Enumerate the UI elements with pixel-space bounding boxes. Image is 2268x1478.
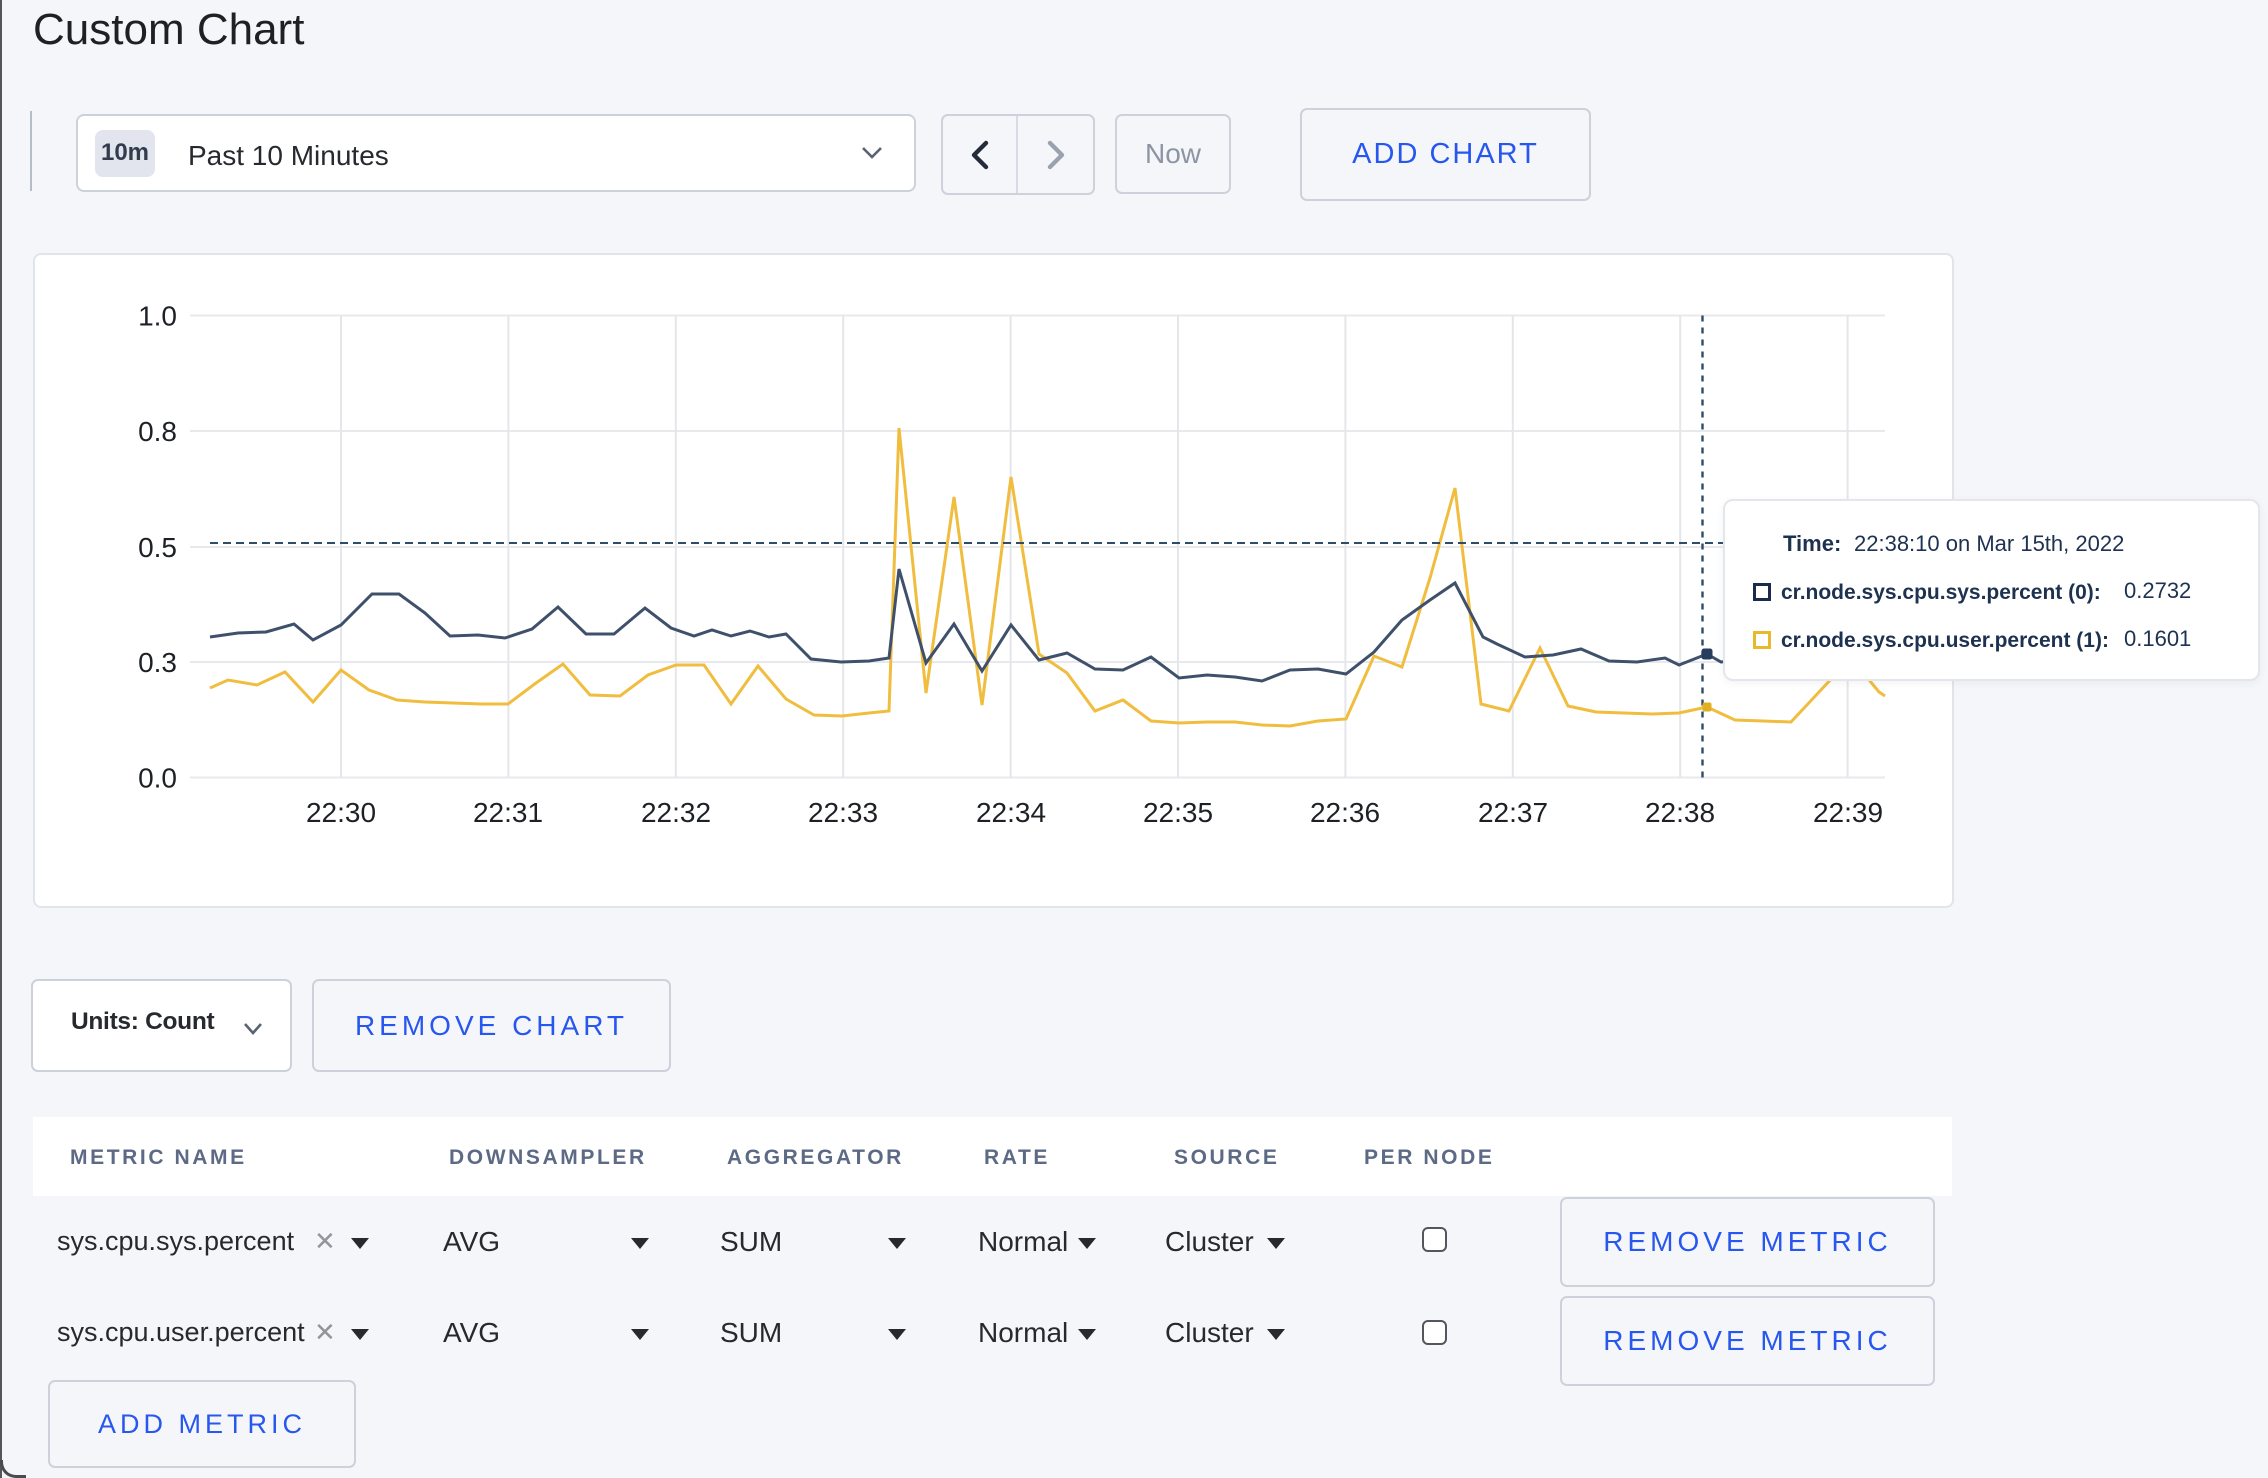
svg-text:0.5: 0.5 xyxy=(138,532,177,563)
svg-text:22:31: 22:31 xyxy=(473,797,543,828)
svg-text:22:35: 22:35 xyxy=(1143,797,1213,828)
svg-text:0.0: 0.0 xyxy=(138,763,177,794)
svg-text:1.0: 1.0 xyxy=(138,301,177,332)
svg-text:22:39: 22:39 xyxy=(1813,797,1883,828)
svg-text:0.8: 0.8 xyxy=(138,416,177,447)
svg-text:22:34: 22:34 xyxy=(976,797,1046,828)
svg-text:22:33: 22:33 xyxy=(808,797,878,828)
svg-text:22:30: 22:30 xyxy=(306,797,376,828)
svg-text:22:32: 22:32 xyxy=(641,797,711,828)
svg-text:22:36: 22:36 xyxy=(1310,797,1380,828)
svg-text:22:38: 22:38 xyxy=(1645,797,1715,828)
svg-text:0.3: 0.3 xyxy=(138,647,177,678)
svg-text:22:37: 22:37 xyxy=(1478,797,1548,828)
